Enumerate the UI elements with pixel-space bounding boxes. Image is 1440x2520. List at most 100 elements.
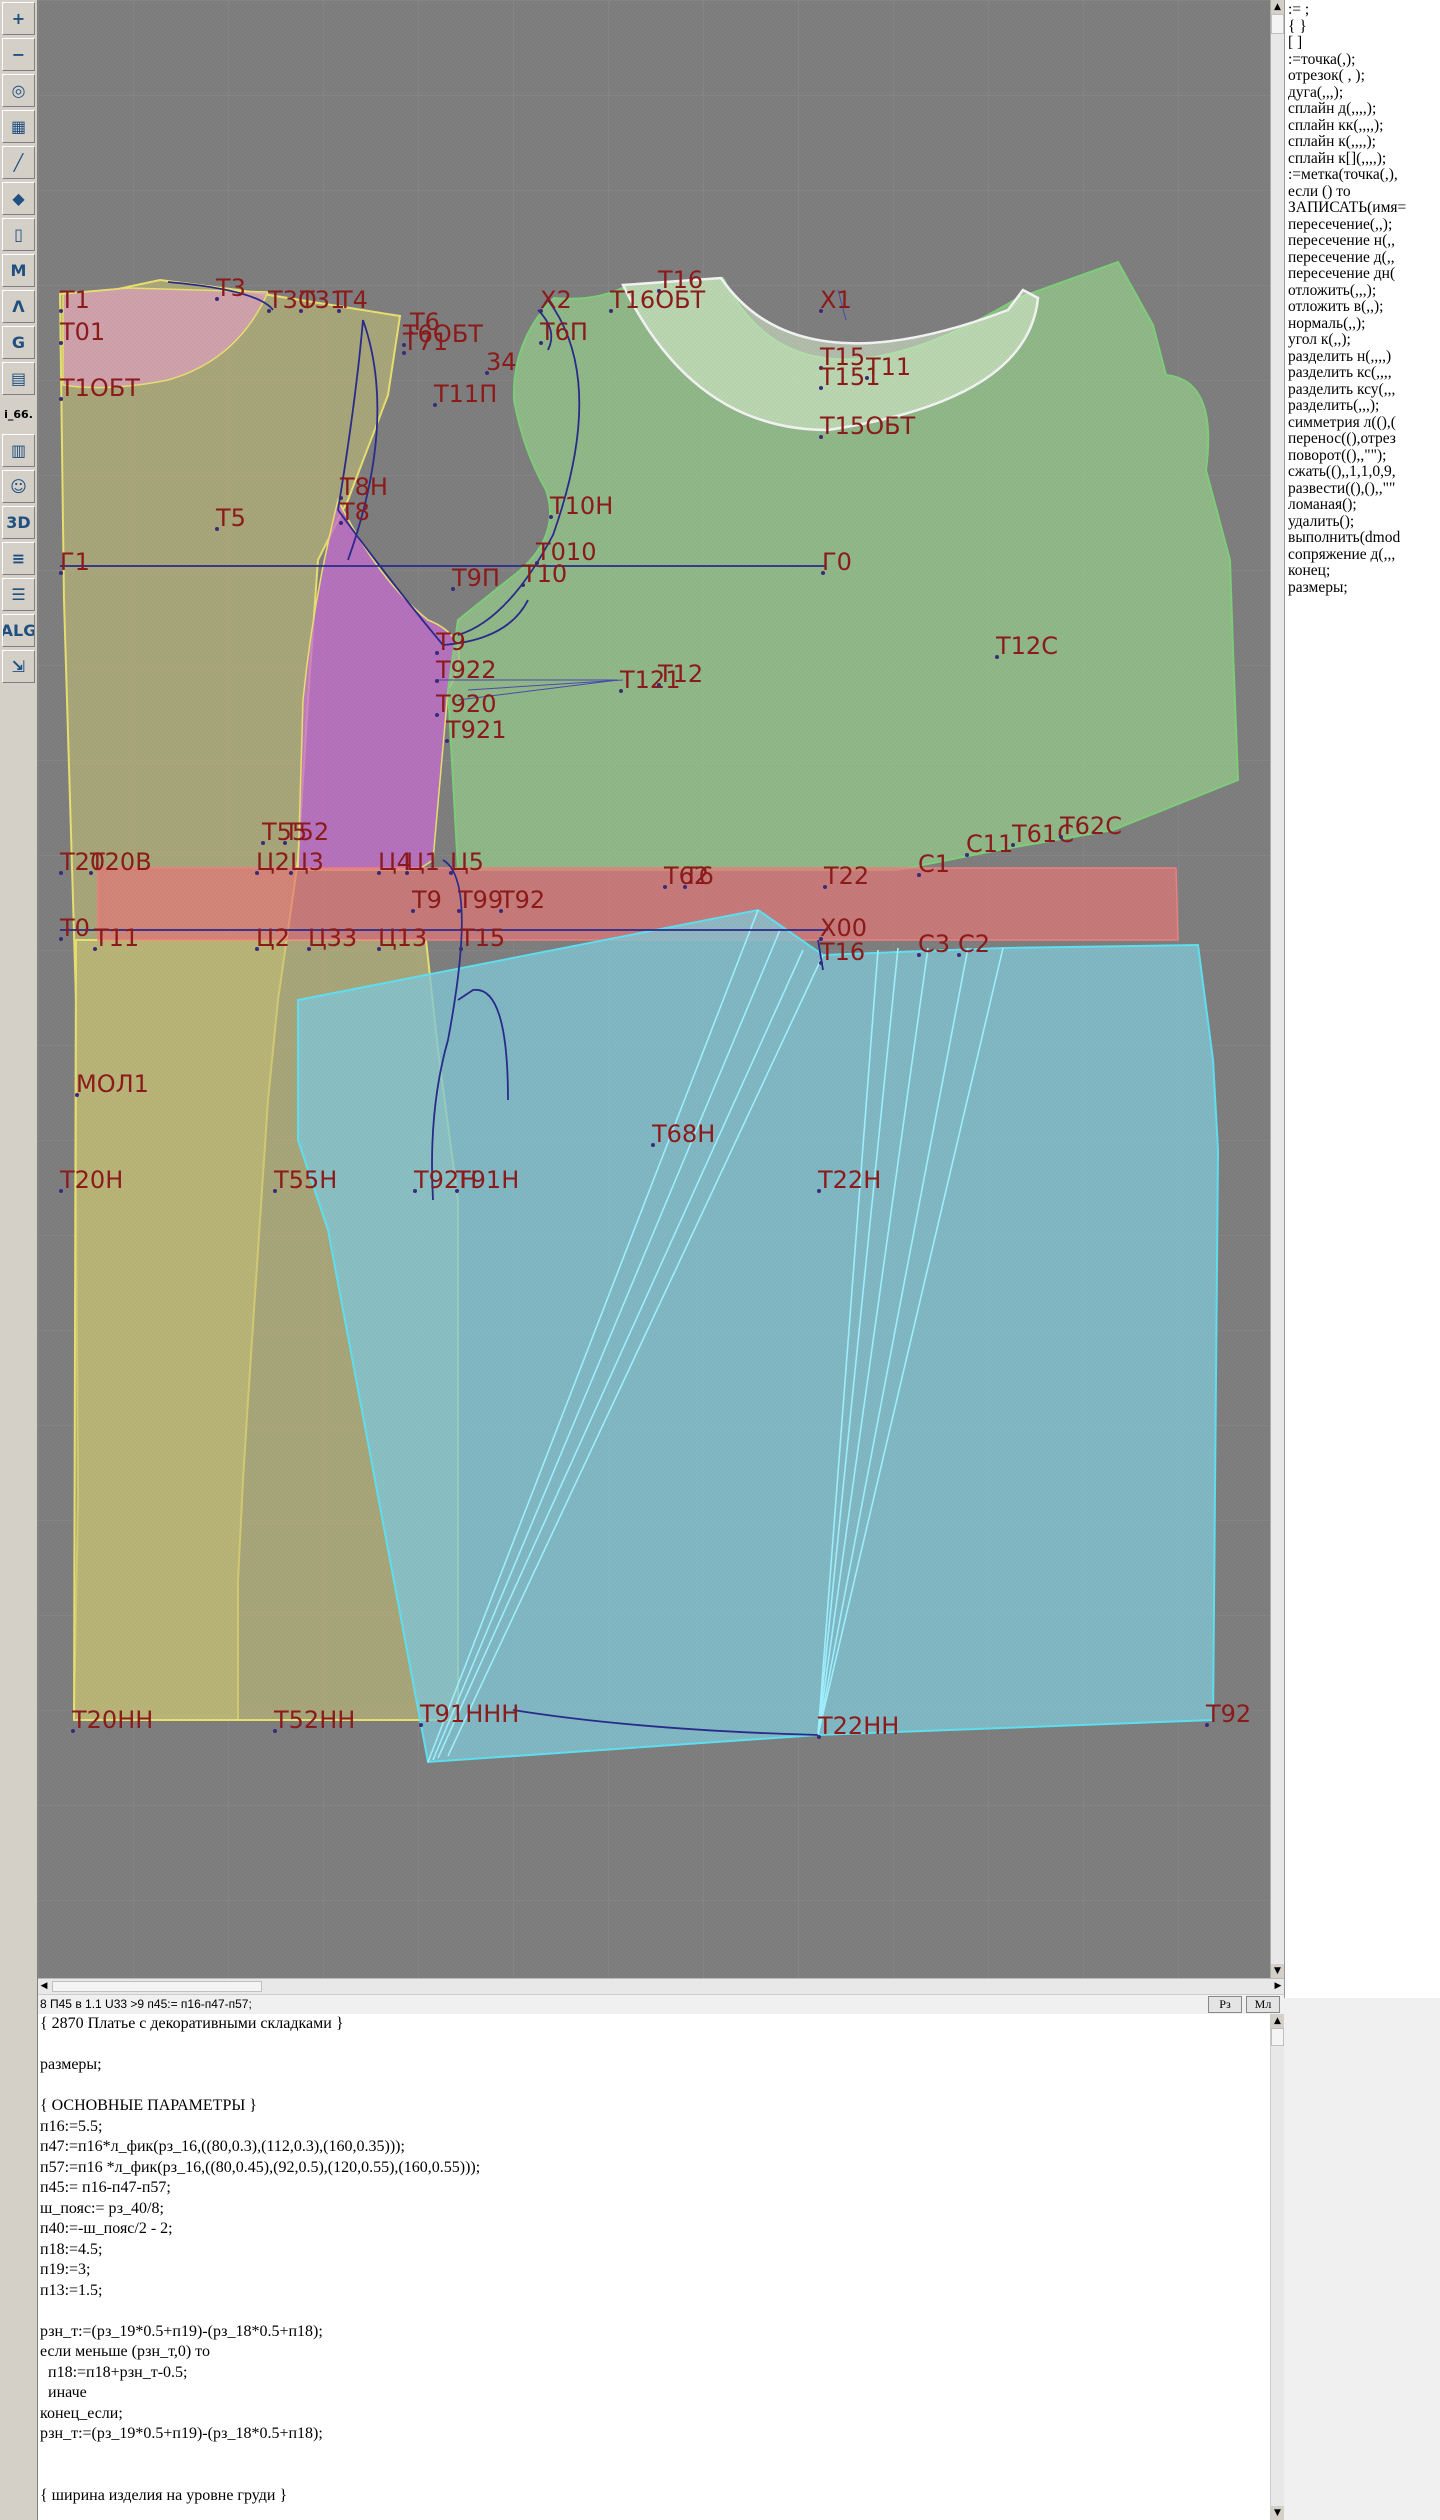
scroll-up-icon[interactable]: ▲ (1271, 2014, 1284, 2028)
scroll-down-icon[interactable]: ▼ (1271, 2506, 1284, 2520)
code-line[interactable] (38, 2445, 1270, 2466)
scroll-right-icon[interactable]: ▶ (1272, 1980, 1284, 1993)
command-item[interactable]: ломаная(); (1285, 496, 1440, 514)
code-line[interactable] (38, 2035, 1270, 2056)
code-line[interactable]: п47:=п16*л_фик(рз_16,((80,0.3),(112,0.3)… (38, 2137, 1270, 2158)
script-editor[interactable]: { 2870 Платье с декоративными складками … (38, 2014, 1270, 2520)
editor-vertical-scrollbar[interactable]: ▲ ▼ (1270, 2014, 1284, 2520)
command-item[interactable]: ЗАПИСАТЬ(имя= (1285, 199, 1440, 217)
zoom-fit-icon[interactable]: ◎ (2, 74, 35, 107)
point-label: Т68Н (651, 1120, 715, 1148)
point-label: Т20НН (71, 1706, 153, 1734)
scroll-left-icon[interactable]: ◀ (38, 1980, 50, 1993)
command-item[interactable]: разделить н(,,,,) (1285, 348, 1440, 366)
zoom-in-icon[interactable]: + (2, 2, 35, 35)
ruler-icon[interactable]: ▤ (2, 362, 35, 395)
pattern-drawing[interactable]: Т1 Т3 Т3ОТ31Т4Т6Т6ОБТТ01Т1ОБТТ71Т11ПХ2Т16Т… (38, 0, 1270, 1978)
code-line[interactable]: конец_если; (38, 2404, 1270, 2425)
command-item[interactable]: перенос((),отрез (1285, 430, 1440, 448)
scroll-thumb[interactable] (1271, 14, 1284, 34)
command-item[interactable]: пересечение н(,, (1285, 232, 1440, 250)
code-line[interactable]: размеры; (38, 2055, 1270, 2076)
code-line[interactable]: рзн_т:=(рз_19*0.5+п19)-(рз_18*0.5+п18); (38, 2424, 1270, 2445)
command-item[interactable]: если () то (1285, 183, 1440, 201)
command-item[interactable]: конец; (1285, 562, 1440, 580)
code-line[interactable]: { ширина изделия на уровне груди } (38, 2486, 1270, 2507)
code-line[interactable]: ш_пояс:= рз_40/8; (38, 2199, 1270, 2220)
code-line[interactable] (38, 2076, 1270, 2097)
code-line[interactable]: п40:=-ш_пояс/2 - 2; (38, 2219, 1270, 2240)
scroll-down-icon[interactable]: ▼ (1271, 1964, 1284, 1978)
code-line[interactable]: п18:=п18+рзн_т-0.5; (38, 2363, 1270, 2384)
command-item[interactable]: разделить кс(,,,, (1285, 364, 1440, 382)
scroll-thumb[interactable] (1271, 2028, 1284, 2046)
point-marker (917, 873, 921, 877)
code-line[interactable]: п45:= п16-п47-п57; (38, 2178, 1270, 2199)
command-item[interactable]: сплайн кк(,,,,); (1285, 117, 1440, 135)
zoom-out-icon[interactable]: − (2, 38, 35, 71)
command-item[interactable]: дуга(,,,); (1285, 84, 1440, 102)
command-item[interactable]: сплайн д(,,,,); (1285, 100, 1440, 118)
code-line[interactable]: п57:=п16 *л_фик(рз_16,((80,0.45),(92,0.5… (38, 2158, 1270, 2179)
point-marker (59, 341, 63, 345)
code-line[interactable]: рзн_т:=(рз_19*0.5+п19)-(рз_18*0.5+п18); (38, 2322, 1270, 2343)
ml-button[interactable]: Мл (1246, 1996, 1280, 2013)
command-item[interactable]: поворот((),,""); (1285, 447, 1440, 465)
canvas-horizontal-scrollbar[interactable]: ◀ ▶ (38, 1978, 1284, 1994)
scroll-up-icon[interactable]: ▲ (1271, 0, 1284, 14)
scroll-thumb[interactable] (52, 1981, 262, 1992)
canvas-vertical-scrollbar[interactable]: ▲ ▼ (1270, 0, 1284, 1978)
command-item[interactable]: [ ] (1285, 34, 1440, 52)
command-item[interactable]: симметрия л((),( (1285, 414, 1440, 432)
algorithm-icon[interactable]: ALG (2, 614, 35, 647)
code-line[interactable] (38, 2465, 1270, 2486)
command-item[interactable]: :=точка(,); (1285, 51, 1440, 69)
command-item[interactable]: разделить(,,,); (1285, 397, 1440, 415)
code-line[interactable]: { 2870 Платье с декоративными складками … (38, 2014, 1270, 2035)
command-item[interactable]: сжать((),,1,1,0,9, (1285, 463, 1440, 481)
command-item[interactable]: развести((),(),,"" (1285, 480, 1440, 498)
m-tool-icon[interactable]: M (2, 254, 35, 287)
command-item[interactable]: сопряжение д(,,, (1285, 546, 1440, 564)
command-item[interactable]: { } (1285, 18, 1440, 36)
command-item[interactable]: сплайн к(,,,,); (1285, 133, 1440, 151)
export-icon[interactable]: ⇲ (2, 650, 35, 683)
command-item[interactable]: удалить(); (1285, 513, 1440, 531)
code-line[interactable]: п19:=3; (38, 2260, 1270, 2281)
command-item[interactable]: сплайн к[](,,,,); (1285, 150, 1440, 168)
code-line[interactable]: { ОСНОВНЫЕ ПАРАМЕТРЫ } (38, 2096, 1270, 2117)
code-line[interactable]: если меньше (рзн_т,0) то (38, 2342, 1270, 2363)
code-line[interactable]: п13:=1.5; (38, 2281, 1270, 2302)
grid-icon[interactable]: ▦ (2, 110, 35, 143)
notebook-icon[interactable]: ▥ (2, 434, 35, 467)
rz-button[interactable]: Рз (1208, 1996, 1242, 2013)
document-icon[interactable]: ≡ (2, 542, 35, 575)
layer-icon[interactable]: ◆ (2, 182, 35, 215)
list-icon[interactable]: ☰ (2, 578, 35, 611)
pattern-piece-icon[interactable]: ▯ (2, 218, 35, 251)
command-item[interactable]: разделить ксу(,,, (1285, 381, 1440, 399)
command-item[interactable]: пересечение(,,); (1285, 216, 1440, 234)
code-line[interactable]: п16:=5.5; (38, 2117, 1270, 2138)
point-marker (413, 1189, 417, 1193)
command-item[interactable]: размеры; (1285, 579, 1440, 597)
command-item[interactable]: отложить(,,,); (1285, 282, 1440, 300)
code-line[interactable]: иначе (38, 2383, 1270, 2404)
code-line[interactable]: п18:=4.5; (38, 2240, 1270, 2261)
command-item[interactable]: угол к(,,); (1285, 331, 1440, 349)
pattern-canvas[interactable]: Т1 Т3 Т3О Т31 Т4 Т6 Т6ОБТ Т01 Т1ОБТ Т71 Т11П Х2 Т16 Т… (38, 0, 1270, 1978)
compass-icon[interactable]: Λ (2, 290, 35, 323)
g-tool-icon[interactable]: G (2, 326, 35, 359)
mannequin-icon[interactable]: ☺ (2, 470, 35, 503)
command-item[interactable]: пересечение дн( (1285, 265, 1440, 283)
command-item[interactable]: отложить в(,,); (1285, 298, 1440, 316)
measure-line-icon[interactable]: ╱ (2, 146, 35, 179)
3d-view-icon[interactable]: 3D (2, 506, 35, 539)
code-line[interactable] (38, 2301, 1270, 2322)
command-item[interactable]: := ; (1285, 1, 1440, 19)
command-item[interactable]: нормаль(,,); (1285, 315, 1440, 333)
command-item[interactable]: отрезок( , ); (1285, 67, 1440, 85)
command-item[interactable]: пересечение д(,, (1285, 249, 1440, 267)
command-item[interactable]: выполнить(dmod (1285, 529, 1440, 547)
command-item[interactable]: :=метка(точка(,), (1285, 166, 1440, 184)
